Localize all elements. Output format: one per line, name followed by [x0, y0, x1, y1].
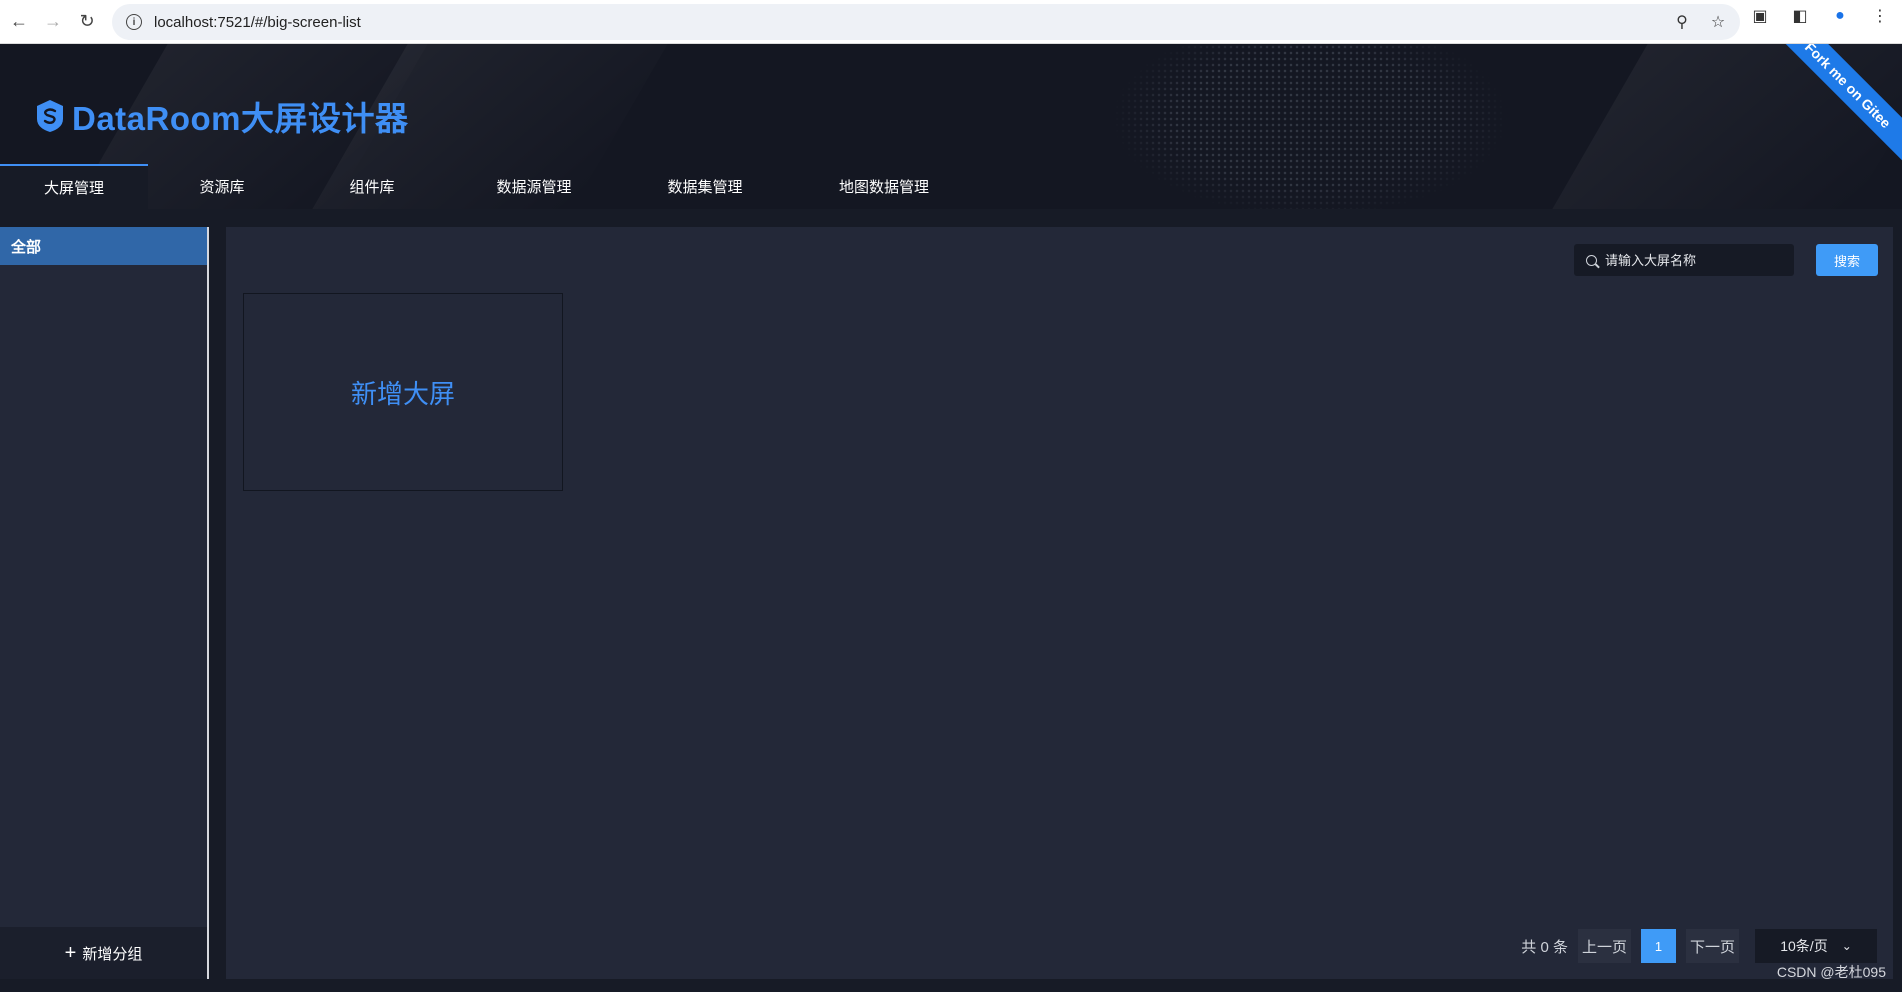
watermark-text: CSDN @老杜095 — [1776, 964, 1886, 980]
world-map-background — [1090, 44, 1530, 209]
group-sidebar: 全部 + 新增分组 — [0, 227, 209, 979]
plus-icon: + — [64, 941, 77, 964]
side-panel-icon[interactable]: ◧ — [1790, 6, 1810, 26]
address-bar[interactable]: i localhost:7521/#/big-screen-list ⚲ ☆ — [112, 4, 1740, 40]
main-nav-tabs: 大屏管理 资源库 组件库 数据源管理 数据集管理 地图数据管理 — [0, 164, 978, 209]
app-logo[interactable]: DataRoom大屏设计器 — [36, 92, 409, 140]
next-page-button[interactable]: 下一页 — [1685, 929, 1739, 963]
pagination: 共 0 条 上一页 1 下一页 10条/页 ⌄ — [1521, 929, 1877, 963]
shield-logo-icon — [37, 100, 63, 132]
tab-datasource-management[interactable]: 数据源管理 — [448, 164, 620, 209]
tab-big-screen-management[interactable]: 大屏管理 — [0, 164, 148, 209]
search-box[interactable] — [1574, 244, 1794, 276]
prev-page-button[interactable]: 上一页 — [1577, 929, 1631, 963]
profile-icon[interactable]: ● — [1830, 6, 1850, 26]
page-size-select[interactable]: 10条/页 ⌄ — [1755, 929, 1877, 963]
app-title: DataRoom大屏设计器 — [72, 100, 409, 137]
search-icon — [1586, 254, 1597, 266]
app-header: DataRoom大屏设计器 大屏管理 资源库 组件库 数据源管理 数据集管理 地… — [0, 44, 1902, 209]
screen-list-panel: 搜索 新增大屏 共 0 条 上一页 1 下一页 10条/页 ⌄ — [226, 227, 1893, 979]
page-number-current[interactable]: 1 — [1640, 929, 1676, 963]
address-url[interactable]: localhost:7521/#/big-screen-list — [154, 14, 361, 31]
page-size-value: 10条/页 — [1780, 938, 1828, 954]
zoom-icon[interactable]: ⚲ — [1672, 12, 1692, 32]
tab-map-data-management[interactable]: 地图数据管理 — [790, 164, 978, 209]
sidebar-item-all[interactable]: 全部 — [0, 227, 207, 265]
browser-toolbar: ← → ↻ i localhost:7521/#/big-screen-list… — [0, 0, 1902, 44]
search-button[interactable]: 搜索 — [1816, 244, 1878, 276]
add-group-button[interactable]: + 新增分组 — [0, 927, 207, 979]
chevron-down-icon: ⌄ — [1841, 939, 1852, 953]
tab-component-library[interactable]: 组件库 — [296, 164, 448, 209]
menu-kebab-icon[interactable]: ⋮ — [1870, 6, 1890, 26]
back-icon[interactable]: ← — [4, 7, 34, 37]
add-screen-card[interactable]: 新增大屏 — [243, 293, 563, 491]
forward-icon[interactable]: → — [38, 7, 68, 37]
site-info-icon[interactable]: i — [126, 14, 142, 30]
reload-icon[interactable]: ↻ — [72, 7, 102, 37]
pagination-total: 共 0 条 — [1521, 938, 1568, 956]
tab-dataset-management[interactable]: 数据集管理 — [620, 164, 790, 209]
bookmark-star-icon[interactable]: ☆ — [1708, 12, 1728, 32]
tab-resource-library[interactable]: 资源库 — [148, 164, 296, 209]
search-input[interactable] — [1605, 252, 1785, 268]
add-group-label: 新增分组 — [82, 945, 143, 963]
extensions-icon[interactable]: ▣ — [1750, 6, 1770, 26]
